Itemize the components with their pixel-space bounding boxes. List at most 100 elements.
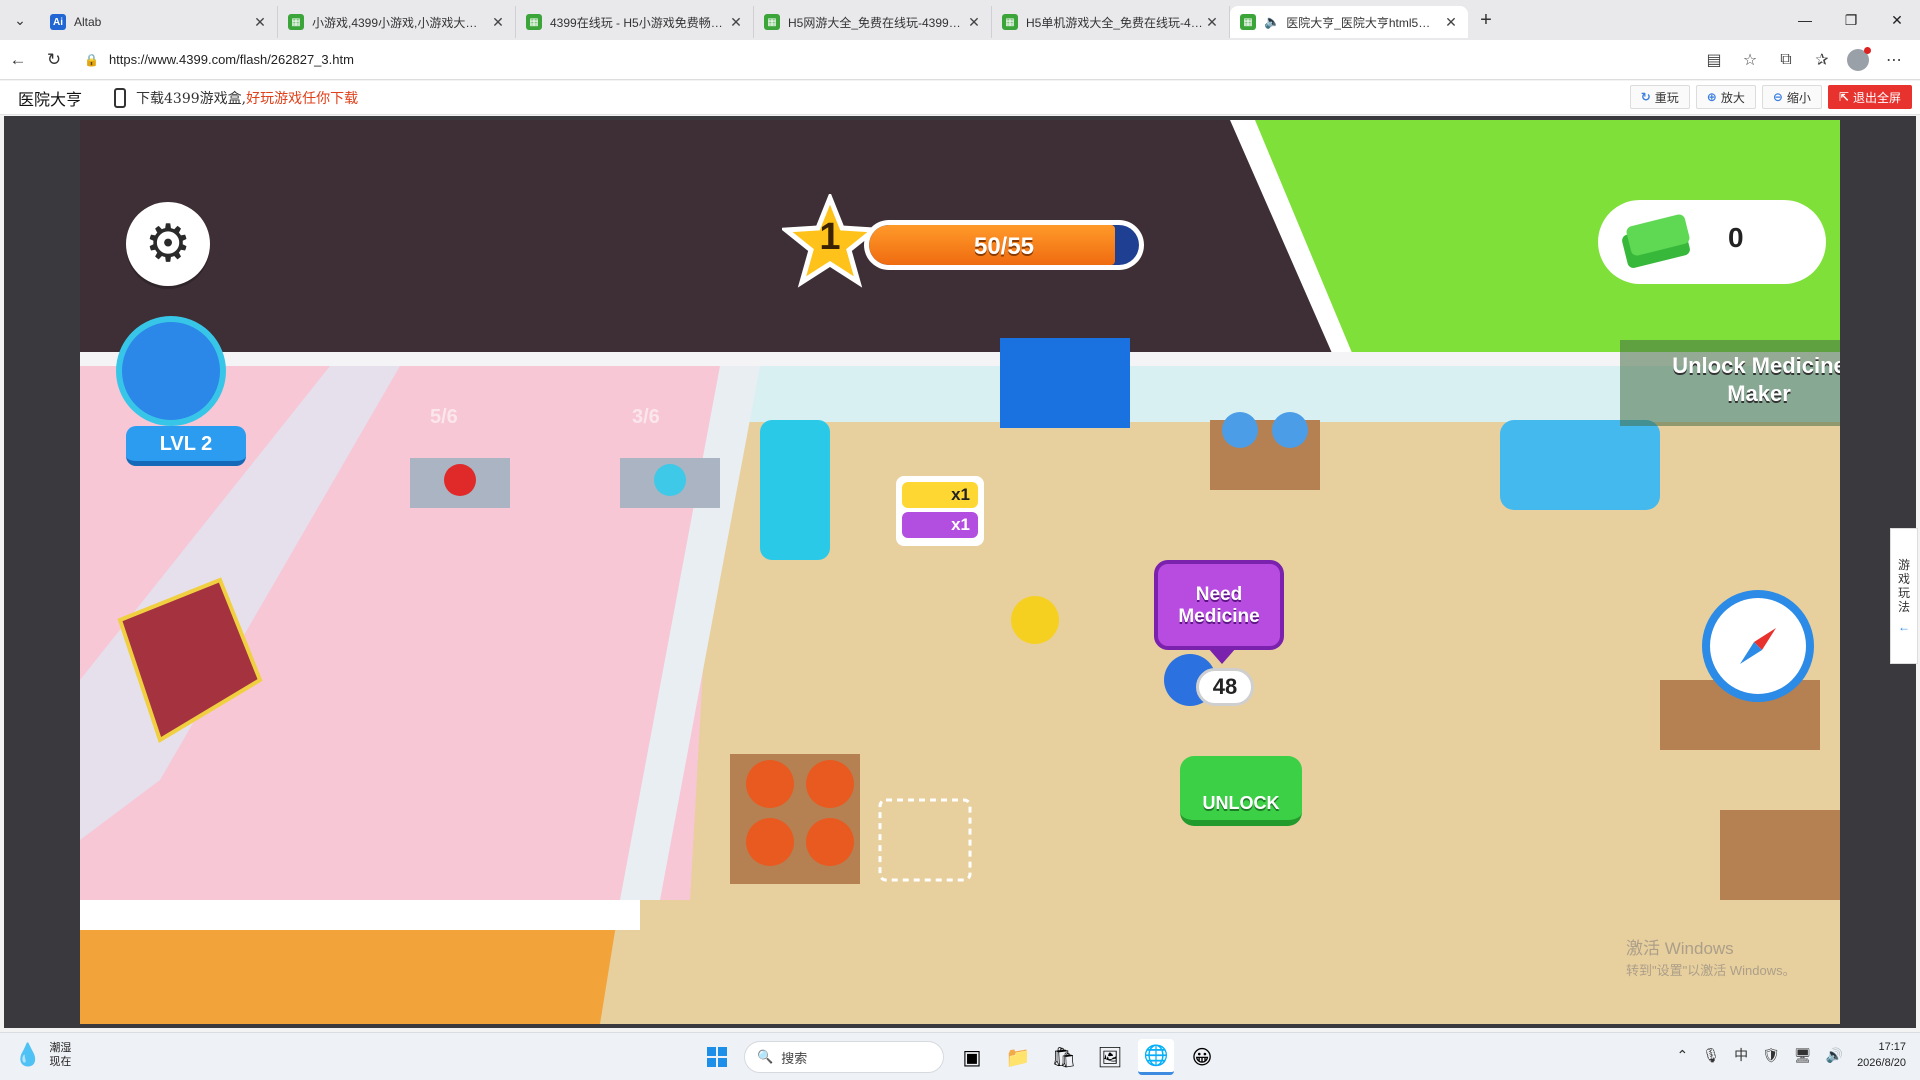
browser-tab[interactable]: Ai Altab ✕ (40, 6, 278, 38)
windows-taskbar: 💧 潮湿 现在 🔍 搜索 ▣ 📁 🛍 🖼 🌐 😀 ⌃ 🎙 中 🛡 🖥 🔊 17:… (0, 1032, 1920, 1080)
close-icon[interactable]: ✕ (489, 14, 507, 31)
favorite-star-icon[interactable]: ☆ (1732, 42, 1768, 78)
refresh-icon[interactable]: ↻ (36, 42, 72, 78)
chevron-up-icon[interactable]: ⌃ (1677, 1047, 1689, 1064)
reader-mode-icon[interactable]: ▤ (1696, 42, 1732, 78)
water-jug (1272, 412, 1308, 448)
close-icon[interactable]: ✕ (1442, 14, 1460, 31)
game-canvas[interactable]: ⚙ 1 50/55 0 LVL 2 5/6 3/6 Unlock Medicin… (80, 120, 1840, 1024)
xp-text: 50/55 (973, 233, 1035, 260)
zoom-in-button[interactable]: ⊕ 放大 (1695, 85, 1756, 109)
system-tray: ⌃ 🎙 中 🛡 🖥 🔊 17:17 2026/8/20 (1677, 1039, 1906, 1071)
browser-tab[interactable]: ▦ H5网游大全_免费在线玩-4399在线... ✕ (754, 6, 992, 38)
task-view-icon[interactable]: ▣ (954, 1039, 990, 1075)
zoom-in-icon: ⊕ (1706, 90, 1717, 104)
time: 17:17 (1878, 1041, 1906, 1053)
start-button[interactable] (700, 1040, 734, 1074)
address-bar-actions: ▤ ☆ ⧉ ✰ ⋯ (1696, 40, 1912, 80)
doctor-avatar[interactable] (116, 316, 226, 426)
zoom-out-button[interactable]: ⊖ 缩小 (1761, 85, 1822, 109)
tab-title: H5单机游戏大全_免费在线玩-4399... (1026, 15, 1203, 30)
search-icon: 🔍 (757, 1049, 774, 1064)
browser-tab[interactable]: ▦ 4399在线玩 - H5小游戏免费畅玩 | ✕ (516, 6, 754, 38)
exit-fullscreen-icon: ⇱ (1838, 90, 1849, 104)
4399-icon: ▦ (1002, 14, 1018, 30)
game-frame: ⚙ 1 50/55 0 LVL 2 5/6 3/6 Unlock Medicin… (4, 116, 1916, 1028)
photos-icon[interactable]: 🖼 (1092, 1039, 1128, 1075)
new-tab-button[interactable]: + (1468, 4, 1504, 36)
extensions-icon[interactable]: ⧉ (1768, 42, 1804, 78)
crate (746, 818, 794, 866)
rack-count-left: 5/6 (430, 406, 458, 428)
promo-link[interactable]: 下载4399游戏盒,好玩游戏任你下载 (136, 88, 358, 108)
close-icon[interactable]: ✕ (965, 14, 983, 31)
browser-tab[interactable]: ▦ 小游戏,4399小游戏,小游戏大全,双... ✕ (278, 6, 516, 38)
app-icon[interactable]: 😀 (1184, 1039, 1220, 1075)
edge-browser-icon[interactable]: 🌐 (1138, 1039, 1174, 1075)
speaker-icon[interactable]: 🔈 (1264, 14, 1280, 30)
favorites-icon[interactable]: ✰ (1804, 42, 1840, 78)
back-arrow-icon[interactable]: ← (0, 42, 36, 78)
minimize-icon[interactable]: — (1782, 0, 1828, 40)
settings-button[interactable]: ⚙ (126, 202, 210, 286)
date: 2026/8/20 (1857, 1057, 1906, 1069)
exit-fullscreen-button[interactable]: ⇱ 退出全屏 (1827, 85, 1912, 109)
address-bar: ← ↻ 🔒 https://www.4399.com/flash/262827_… (0, 40, 1920, 80)
need-medicine-bubble: Need Medicine (1154, 560, 1284, 664)
file-explorer-icon[interactable]: 📁 (1000, 1039, 1036, 1075)
profile-avatar-icon[interactable] (1847, 47, 1871, 71)
weather-subtitle: 现在 (49, 1056, 72, 1068)
close-icon[interactable]: ✕ (251, 14, 269, 31)
unlock-button-label: UNLOCK (1202, 793, 1280, 813)
compass-icon[interactable] (1702, 590, 1814, 702)
game-title: 医院大亨 (18, 89, 83, 109)
humidity-icon: 💧 (14, 1042, 42, 1067)
xp-progress-bar: 50/55 (864, 220, 1144, 270)
tab-title: 小游戏,4399小游戏,小游戏大全,双... (312, 15, 489, 30)
browser-tab-active[interactable]: ▦ 🔈 医院大亨_医院大亨html5游戏... ✕ (1230, 6, 1468, 38)
timer-value: 48 (1212, 674, 1238, 699)
crate (806, 760, 854, 808)
url-text[interactable]: https://www.4399.com/flash/262827_3.htm (109, 52, 354, 67)
volume-icon[interactable]: 🔊 (1826, 1047, 1843, 1064)
clock[interactable]: 17:17 2026/8/20 (1857, 1039, 1906, 1071)
rack-count-right: 3/6 (632, 406, 660, 428)
replay-icon: ↻ (1640, 90, 1651, 104)
medicine-maker-machine (1500, 420, 1660, 510)
unlock-button[interactable]: UNLOCK (1180, 756, 1302, 826)
game-guide-tab[interactable]: 游 戏 玩 法 ← (1890, 528, 1918, 664)
browser-tab[interactable]: ▦ H5单机游戏大全_免费在线玩-4399... ✕ (992, 6, 1230, 38)
replay-button[interactable]: ↻ 重玩 (1629, 85, 1690, 109)
side-table (1720, 810, 1840, 900)
search-placeholder: 搜索 (781, 1050, 808, 1066)
weather-widget[interactable]: 💧 潮湿 现在 (14, 1041, 71, 1069)
4399-icon: ▦ (764, 14, 780, 30)
player-character (1011, 596, 1059, 644)
tab-title: H5网游大全_免费在线玩-4399在线... (788, 15, 965, 30)
microphone-icon[interactable]: 🎙 (1702, 1047, 1720, 1064)
cash-counter: 0 (1598, 200, 1826, 284)
restore-icon[interactable]: ❐ (1828, 0, 1874, 40)
site-toolbar: 医院大亨 下载4399游戏盒,好玩游戏任你下载 ↻ 重玩 ⊕ 放大 ⊖ 缩小 ⇱ 退出全… (0, 81, 1920, 115)
store-icon[interactable]: 🛍 (1046, 1039, 1082, 1075)
zoom-out-icon: ⊖ (1772, 90, 1783, 104)
tab-list-chevron-icon[interactable]: ⌄ (0, 0, 40, 40)
close-window-icon[interactable]: ✕ (1874, 0, 1920, 40)
patient-timer: 48 (1196, 668, 1254, 706)
4399-icon: ▦ (288, 14, 304, 30)
lock-icon[interactable]: 🔒 (84, 53, 99, 67)
taskbar-search[interactable]: 🔍 搜索 (744, 1041, 944, 1073)
need-medicine-text: Need Medicine (1178, 584, 1260, 627)
network-icon[interactable]: 🖥 (1794, 1047, 1812, 1064)
guide-char: 游 (1897, 558, 1910, 572)
input-method-indicator[interactable]: 中 (1734, 1045, 1748, 1065)
arrow-left-icon: ← (1898, 620, 1910, 634)
close-icon[interactable]: ✕ (727, 14, 745, 31)
close-icon[interactable]: ✕ (1203, 14, 1221, 31)
front-wall (80, 900, 640, 930)
unlock-maker-text: Unlock Medicine Maker (1672, 353, 1840, 406)
url-field[interactable]: 🔒 https://www.4399.com/flash/262827_3.ht… (84, 52, 354, 67)
more-menu-icon[interactable]: ⋯ (1876, 42, 1912, 78)
security-icon[interactable]: 🛡 (1762, 1047, 1780, 1064)
unlock-medicine-maker-label[interactable]: Unlock Medicine Maker (1620, 340, 1840, 426)
